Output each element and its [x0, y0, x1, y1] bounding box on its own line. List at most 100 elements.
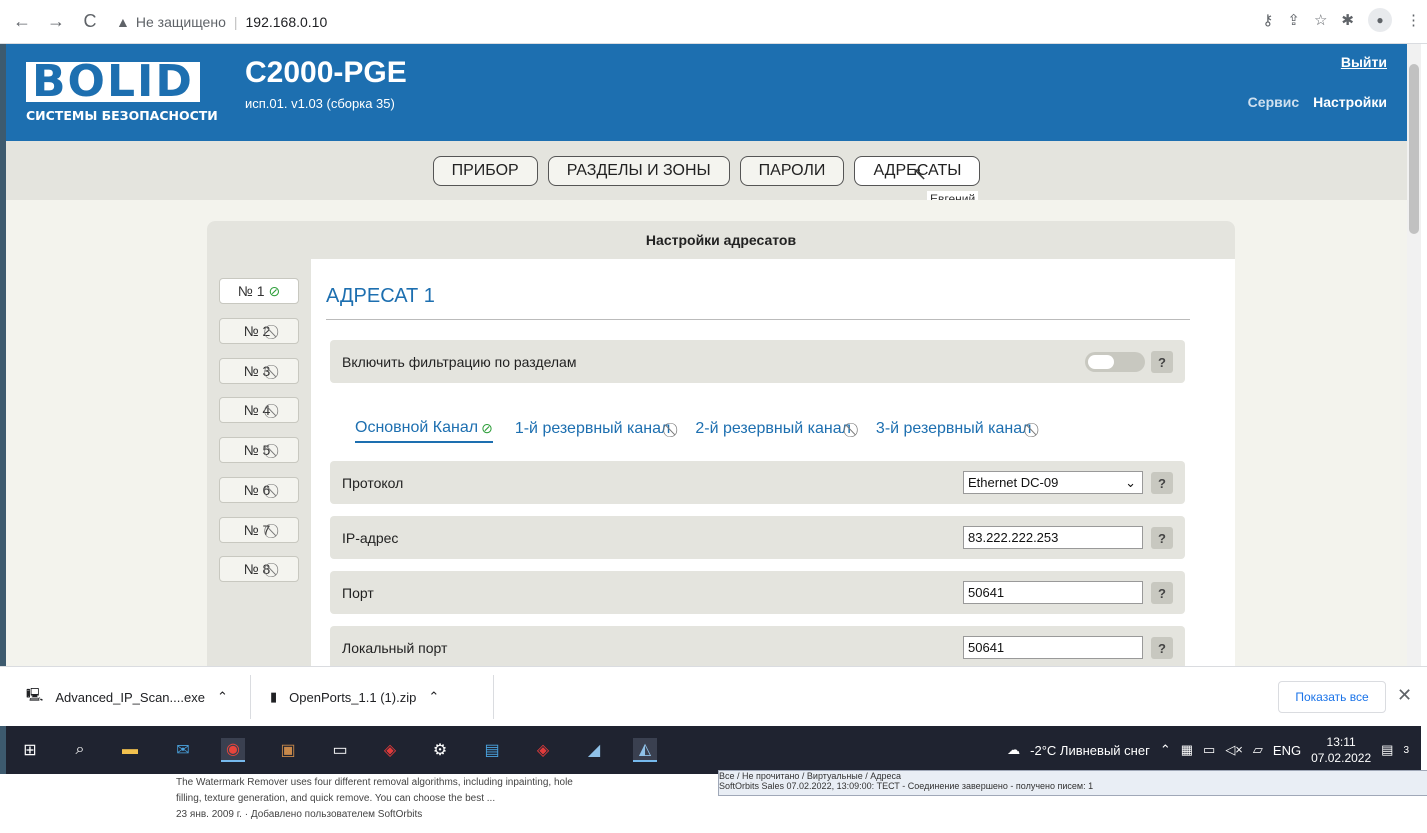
- anydesk-icon[interactable]: ◈: [378, 738, 402, 762]
- recipient-8-button[interactable]: № 8⃠: [219, 556, 299, 582]
- protocol-select[interactable]: Ethernet DC-09 ⌄: [963, 471, 1143, 494]
- network-icon[interactable]: ▱: [1253, 742, 1263, 758]
- weather-icon: ☁: [1007, 742, 1021, 757]
- time: 13:11: [1326, 735, 1356, 749]
- recipient-label: № 4: [243, 402, 271, 418]
- recipient-7-button[interactable]: № 7⃠: [219, 517, 299, 543]
- profile-icon[interactable]: ●: [1368, 8, 1392, 32]
- main-tabs: ПРИБОР РАЗДЕЛЫ И ЗОНЫ ПАРОЛИ АДРЕСАТЫ: [6, 141, 1407, 200]
- ip-row: IP-адрес 83.222.222.253 ?: [330, 516, 1185, 559]
- terminal-icon[interactable]: ▭: [328, 738, 352, 762]
- bg-line: filling, texture generation, and quick r…: [176, 793, 496, 804]
- recipient-1-button[interactable]: № 1 ⊘: [219, 278, 299, 304]
- ip-label: IP-адрес: [342, 529, 399, 546]
- download-separator: [250, 675, 251, 719]
- help-button[interactable]: ?: [1151, 582, 1173, 604]
- help-button[interactable]: ?: [1151, 351, 1173, 373]
- background-search-result: The Watermark Remover uses four differen…: [176, 775, 696, 823]
- extensions-icon[interactable]: ✱: [1341, 11, 1354, 29]
- help-button[interactable]: ?: [1151, 472, 1173, 494]
- close-icon[interactable]: ✕: [1397, 685, 1412, 706]
- protocol-value: Ethernet DC-09: [968, 475, 1059, 490]
- warning-icon: ▲: [116, 13, 130, 30]
- exe-file-icon: 🖳: [26, 687, 44, 702]
- menu-icon[interactable]: ⋮: [1406, 11, 1421, 29]
- date: 07.02.2022: [1311, 751, 1372, 765]
- recipient-5-button[interactable]: № 5⃠: [219, 437, 299, 463]
- port-input[interactable]: 50641: [963, 581, 1143, 604]
- chevron-up-icon[interactable]: ⌃: [428, 689, 439, 705]
- battery-icon[interactable]: ▭: [1203, 742, 1215, 758]
- pen-icon[interactable]: ◢: [582, 738, 606, 762]
- tab-device[interactable]: ПРИБОР: [432, 155, 538, 186]
- recipient-3-button[interactable]: № 3⃠: [219, 358, 299, 384]
- notification-count: 3: [1403, 744, 1409, 756]
- download-item[interactable]: 🖳 Advanced_IP_Scan....exe ⌃: [26, 667, 228, 727]
- download-name: OpenPorts_1.1 (1).zip: [289, 689, 417, 705]
- title-divider: [326, 319, 1190, 320]
- chevron-up-icon[interactable]: ⌃: [1160, 742, 1171, 758]
- key-icon[interactable]: ⚷: [1262, 11, 1273, 29]
- local-port-input[interactable]: 50641: [963, 636, 1143, 659]
- weather-text[interactable]: -2°C Ливневый снег: [1030, 743, 1150, 758]
- recipient-4-button[interactable]: № 4⃠: [219, 397, 299, 423]
- bg-line: The Watermark Remover uses four differen…: [176, 777, 573, 788]
- url-text: 192.168.0.10: [245, 13, 328, 30]
- share-icon[interactable]: ⇪: [1287, 11, 1300, 29]
- protocol-row: Протокол Ethernet DC-09 ⌄ ?: [330, 461, 1185, 504]
- recipient-6-button[interactable]: № 6⃠: [219, 477, 299, 503]
- mail-icon[interactable]: ✉: [171, 738, 195, 762]
- tab-backup-channel-2[interactable]: 2-й резервный канал⃠: [695, 419, 854, 443]
- background-mail-window: Все / Не прочитано / Виртуальные / Адрес…: [718, 770, 1427, 796]
- file-explorer-icon[interactable]: ▬: [118, 738, 142, 762]
- tab-partitions-zones[interactable]: РАЗДЕЛЫ И ЗОНЫ: [547, 155, 730, 186]
- omnibox-separator: |: [233, 13, 238, 30]
- recipient-label: № 7: [243, 522, 271, 538]
- star-icon[interactable]: ☆: [1314, 11, 1327, 29]
- bg-win-line: Все / Не прочитано / Виртуальные / Адрес…: [719, 771, 902, 781]
- page-scrollbar[interactable]: [1407, 44, 1421, 666]
- address-bar[interactable]: ▲ Не защищено | 192.168.0.10: [116, 7, 327, 37]
- filter-toggle[interactable]: [1085, 352, 1145, 372]
- settings-icon[interactable]: ⚙: [428, 738, 452, 762]
- recipient-title: АДРЕСАТ 1: [326, 285, 435, 307]
- help-button[interactable]: ?: [1151, 637, 1173, 659]
- logout-link[interactable]: Выйти: [1341, 54, 1387, 70]
- download-item[interactable]: ▮ OpenPorts_1.1 (1).zip ⌃: [270, 667, 439, 727]
- anydesk-2-icon[interactable]: ◈: [531, 738, 555, 762]
- show-all-button[interactable]: Показать все: [1278, 681, 1386, 713]
- tab-main-channel[interactable]: Основной Канал ⊘: [355, 419, 493, 443]
- tab-passwords[interactable]: ПАРОЛИ: [739, 155, 845, 186]
- chevron-up-icon[interactable]: ⌃: [217, 689, 228, 705]
- tab-backup-channel-3[interactable]: 3-й резервный канал⃠: [876, 419, 1035, 443]
- windows-start-icon[interactable]: ⊞: [18, 738, 42, 762]
- chevron-down-icon: ⌄: [1125, 474, 1136, 490]
- forward-icon[interactable]: →: [44, 10, 68, 34]
- tab-backup-channel-1[interactable]: 1-й резервный канал⃠: [515, 419, 674, 443]
- recipient-2-button[interactable]: № 2⃠: [219, 318, 299, 344]
- network-app-icon[interactable]: ▤: [480, 738, 504, 762]
- local-port-label: Локальный порт: [342, 639, 448, 656]
- site-header: BOLID СИСТЕМЫ БЕЗОПАСНОСТИ C2000-PGE исп…: [6, 44, 1407, 141]
- volume-icon[interactable]: ◁×: [1225, 742, 1243, 758]
- help-button[interactable]: ?: [1151, 527, 1173, 549]
- chrome-icon[interactable]: ◉: [221, 738, 245, 762]
- scrollbar-thumb[interactable]: [1409, 64, 1419, 234]
- service-link[interactable]: Сервис: [1248, 94, 1299, 110]
- recipient-label: № 8: [243, 561, 271, 577]
- download-bar: 🖳 Advanced_IP_Scan....exe ⌃ ▮ OpenPorts_…: [0, 666, 1427, 726]
- check-circle-icon: ⊘: [268, 282, 281, 299]
- app-active-icon[interactable]: ◭: [633, 738, 657, 762]
- clock[interactable]: 13:11 07.02.2022: [1311, 734, 1371, 766]
- reload-icon[interactable]: C: [78, 10, 102, 34]
- panel-title: Настройки адресатов: [207, 221, 1235, 259]
- settings-link[interactable]: Настройки: [1313, 94, 1387, 110]
- device-version: исп.01. v1.03 (сборка 35): [245, 96, 395, 111]
- ip-input[interactable]: 83.222.222.253: [963, 526, 1143, 549]
- back-icon[interactable]: ←: [10, 10, 34, 34]
- search-icon[interactable]: ⌕: [68, 738, 92, 762]
- language-indicator[interactable]: ENG: [1273, 743, 1301, 758]
- notifications-icon[interactable]: ▤: [1381, 742, 1393, 758]
- app-icon[interactable]: ▣: [276, 738, 300, 762]
- tray-icon[interactable]: ▦: [1181, 742, 1193, 758]
